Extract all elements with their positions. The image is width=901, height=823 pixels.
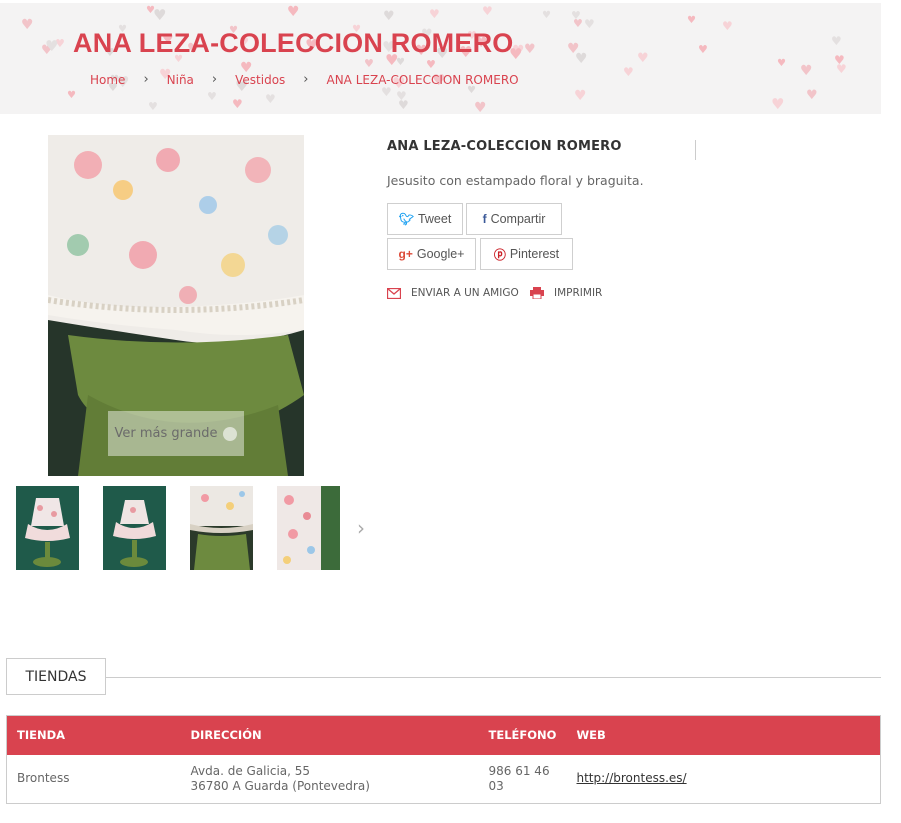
heart-icon: ♥ [474, 100, 487, 114]
twitter-icon: 🐦︎ [398, 212, 414, 226]
thumbnail-image [190, 486, 253, 570]
product-description: Jesusito con estampado floral y braguita… [387, 173, 644, 188]
phone-line-1: 986 61 46 [488, 763, 550, 778]
column-header-tienda: TIENDA [6, 715, 181, 755]
heart-icon: ♥ [364, 57, 374, 70]
heart-icon: ♥ [574, 88, 587, 104]
pinterest-icon: ⓟ [493, 247, 506, 262]
thumbnail-3[interactable] [190, 486, 253, 570]
store-phone: 986 61 46 03 [479, 755, 567, 804]
column-header-direccion: DIRECCIÓN [180, 715, 479, 755]
heart-icon: ♥ [467, 85, 476, 96]
google-plus-icon: g+ [398, 247, 413, 261]
divider [695, 140, 696, 160]
table-header-row: TIENDA DIRECCIÓN TELÉFONO WEB [6, 715, 881, 755]
heart-icon: ♥ [153, 6, 167, 24]
heart-icon: ♥ [722, 19, 733, 33]
google-plus-button[interactable]: g+ Google+ [387, 238, 476, 270]
heart-icon: ♥ [771, 95, 785, 113]
thumbnail-4[interactable] [277, 486, 340, 570]
heart-icon: ♥ [383, 9, 395, 24]
heart-icon: ♥ [567, 41, 580, 57]
envelope-icon [387, 287, 401, 299]
heart-icon: ♥ [148, 100, 158, 113]
chevron-right-icon: › [211, 72, 218, 87]
print-link[interactable]: IMPRIMIR [530, 287, 602, 299]
breadcrumb-nina[interactable]: Niña [167, 73, 194, 87]
heart-icon: ♥ [287, 4, 300, 20]
column-header-telefono: TELÉFONO [478, 715, 567, 755]
store-address: Avda. de Galicia, 55 36780 A Guarda (Pon… [181, 755, 479, 804]
heart-icon: ♥ [623, 65, 634, 79]
heart-icon: ♥ [831, 34, 842, 48]
product-name: ANA LEZA-COLECCION ROMERO [387, 139, 622, 154]
thumbnail-2[interactable] [103, 486, 166, 570]
column-header-web: WEB [566, 715, 881, 755]
share-facebook-button[interactable]: f Compartir [466, 203, 562, 235]
zoom-label: Ver más grande [114, 426, 218, 441]
heart-icon: ♥ [146, 5, 155, 16]
heart-icon: ♥ [396, 57, 405, 68]
heart-icon: ♥ [482, 4, 493, 18]
breadcrumb-current: ANA LEZA-COLECCION ROMERO [326, 72, 519, 87]
heart-icon: ♥ [67, 90, 76, 101]
stores-table: TIENDA DIRECCIÓN TELÉFONO WEB Brontess A… [6, 715, 881, 804]
pinterest-button[interactable]: ⓟ Pinterest [480, 238, 573, 270]
heart-icon: ♥ [429, 7, 440, 21]
facebook-icon: f [482, 212, 487, 226]
breadcrumb-home[interactable]: Home [90, 73, 125, 87]
store-web: http://brontess.es/ [567, 755, 881, 804]
heart-icon: ♥ [207, 90, 217, 103]
zoom-icon [223, 426, 238, 441]
page-title: ANA LEZA-COLECCION ROMERO [73, 28, 514, 58]
tweet-button[interactable]: 🐦︎ Tweet [387, 203, 463, 235]
heart-icon: ♥ [381, 85, 392, 99]
chevron-right-icon[interactable]: › [357, 516, 365, 540]
divider [106, 677, 881, 678]
store-web-link[interactable]: http://brontess.es/ [577, 771, 687, 785]
heart-icon: ♥ [524, 42, 536, 57]
breadcrumb: Home › Niña › Vestidos › ANA LEZA-COLECC… [90, 72, 519, 87]
heart-icon: ♥ [265, 92, 276, 106]
heart-icon: ♥ [584, 17, 595, 31]
thumbnail-image [277, 486, 340, 570]
heart-icon: ♥ [398, 98, 409, 112]
address-line-2: 36780 A Guarda (Pontevedra) [190, 778, 370, 793]
heart-icon: ♥ [777, 58, 786, 69]
heart-icon: ♥ [687, 15, 696, 26]
header-banner: ♥ ♥ ♥ ♥ ♥ ♥ ♥ ♥ ♥ ♥ ♥ ♥ ♥ ♥ ♥ ♥ ♥ ♥ ♥ ♥ ♥ ♥ ♥ ♥ ♥ ♥ ♥ ♥ ♥ ♥ ♥ ♥ ♥ ♥ ♥ ♥ ♥ ♥ ♥ ♥… [0, 3, 881, 114]
heart-icon: ♥ [800, 63, 813, 79]
printer-icon [530, 287, 544, 299]
heart-icon: ♥ [45, 37, 59, 55]
heart-icon: ♥ [232, 97, 243, 111]
thumbnail-image [16, 486, 79, 570]
phone-line-2: 03 [488, 778, 504, 793]
heart-icon: ♥ [21, 17, 34, 33]
breadcrumb-vestidos[interactable]: Vestidos [235, 73, 285, 87]
heart-icon: ♥ [836, 62, 847, 76]
heart-icon: ♥ [573, 17, 583, 30]
thumbnail-image [103, 486, 166, 570]
heart-icon: ♥ [698, 43, 708, 56]
tab-tiendas[interactable]: TIENDAS [6, 658, 106, 695]
heart-icon: ♥ [426, 58, 436, 71]
table-row: Brontess Avda. de Galicia, 55 36780 A Gu… [7, 755, 881, 804]
product-main-image[interactable]: Ver más grande [48, 135, 304, 476]
send-to-friend-link[interactable]: ENVIAR A UN AMIGO [387, 287, 519, 299]
zoom-button[interactable]: Ver más grande [108, 411, 244, 456]
chevron-right-icon: › [143, 72, 149, 87]
chevron-right-icon: › [303, 72, 309, 87]
heart-icon: ♥ [637, 51, 649, 66]
address-line-1: Avda. de Galicia, 55 [190, 763, 311, 778]
thumbnail-1[interactable] [16, 486, 79, 570]
store-name: Brontess [17, 771, 70, 786]
heart-icon: ♥ [806, 88, 818, 103]
heart-icon: ♥ [542, 10, 551, 21]
